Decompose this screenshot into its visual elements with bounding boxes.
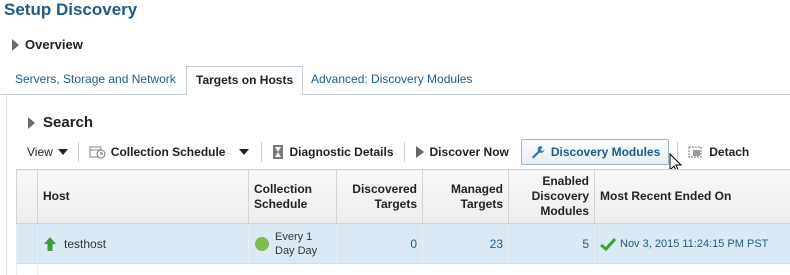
green-circle-icon: [255, 236, 269, 251]
discover-now-label: Discover Now: [429, 145, 509, 159]
tab-targets-on-hosts[interactable]: Targets on Hosts: [186, 66, 304, 96]
column-header-enabled-discovery-modules[interactable]: Enabled Discovery Modules: [508, 169, 595, 224]
expand-triangle-icon[interactable]: [12, 38, 19, 51]
diagnostic-details-button[interactable]: Diagnostic Details: [266, 139, 399, 165]
discovery-modules-button[interactable]: Discovery Modules: [520, 139, 670, 165]
column-header-most-recent-ended-on[interactable]: Most Recent Ended On: [594, 169, 790, 224]
column-header-collection-schedule[interactable]: Collection Schedule: [248, 169, 337, 224]
collection-schedule-label: Collection Schedule: [110, 145, 226, 159]
tab-advanced-discovery-modules[interactable]: Advanced: Discovery Modules: [302, 66, 481, 95]
chevron-down-icon: [57, 149, 68, 155]
most-recent-cell[interactable]: Nov 3, 2015 11:24:15 PM PST: [594, 223, 790, 264]
row-selector-header: [16, 169, 38, 224]
play-icon: [415, 146, 424, 158]
detach-icon: [688, 146, 702, 158]
up-arrow-icon: [44, 236, 56, 251]
page-title: Setup Discovery: [4, 0, 138, 19]
schedule-cell[interactable]: Every 1 Day Day: [248, 223, 337, 264]
search-label: Search: [43, 114, 94, 131]
detach-button[interactable]: Detach: [682, 139, 755, 165]
tab-bar: Servers, Storage and Network Targets on …: [0, 66, 790, 96]
toolbar-divider: [77, 142, 79, 162]
wrench-icon: [531, 146, 545, 159]
diagnostic-details-label: Diagnostic Details: [289, 145, 394, 159]
overview-label: Overview: [25, 37, 83, 52]
enabled-modules-cell[interactable]: 5: [508, 223, 595, 264]
checkmark-icon: [600, 237, 616, 251]
discovery-modules-label: Discovery Modules: [550, 145, 661, 159]
collection-schedule-dropdown[interactable]: [231, 139, 257, 165]
hourglass-icon: [273, 145, 284, 159]
column-header-host[interactable]: Host: [37, 169, 249, 224]
row-selector[interactable]: [16, 223, 38, 264]
discovered-targets-cell[interactable]: 0: [336, 223, 423, 264]
calendar-clock-icon: [89, 146, 106, 159]
most-recent-date: Nov 3, 2015 11:24:15 PM PST: [620, 237, 769, 250]
managed-targets-cell[interactable]: 23: [422, 223, 509, 264]
search-disclosure[interactable]: Search: [28, 114, 93, 131]
toolbar-divider: [261, 142, 263, 162]
chevron-down-icon: [239, 149, 250, 155]
detach-label: Detach: [709, 145, 750, 159]
overview-disclosure[interactable]: Overview: [12, 37, 83, 52]
table-header-row: Host Collection Schedule Discovered Targ…: [16, 169, 790, 224]
targets-table: Host Collection Schedule Discovered Targ…: [16, 169, 790, 264]
table-row[interactable]: testhost Every 1 Day Day 0 23 5 Nov 3, 2…: [16, 223, 790, 264]
host-name: testhost: [64, 236, 107, 251]
tab-servers-storage-network[interactable]: Servers, Storage and Network: [6, 66, 185, 95]
schedule-text: Every 1 Day Day: [275, 230, 318, 257]
table-empty-area: [16, 265, 790, 275]
column-header-discovered-targets[interactable]: Discovered Targets: [336, 169, 423, 224]
view-menu-label: View: [27, 145, 53, 159]
toolbar-divider: [403, 142, 405, 162]
discover-now-button[interactable]: Discover Now: [409, 139, 515, 165]
collection-schedule-button[interactable]: Collection Schedule: [83, 139, 232, 165]
host-cell[interactable]: testhost: [37, 223, 249, 264]
view-menu[interactable]: View: [17, 139, 74, 165]
expand-triangle-icon[interactable]: [28, 116, 35, 129]
column-header-managed-targets[interactable]: Managed Targets: [422, 169, 509, 224]
